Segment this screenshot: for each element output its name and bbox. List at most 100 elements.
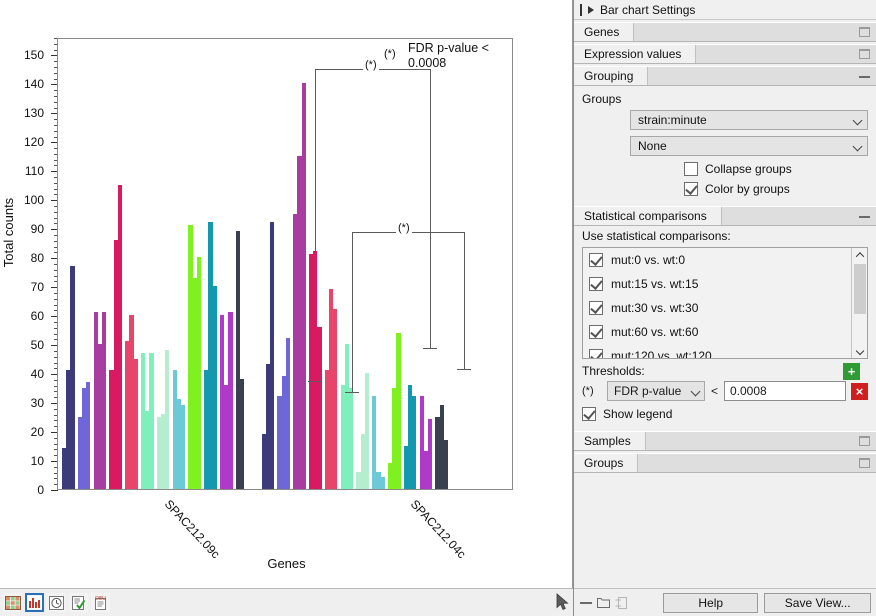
statistical-collapse-icon[interactable] bbox=[859, 216, 870, 218]
color-by-groups-row[interactable]: Color by groups bbox=[684, 182, 868, 196]
bracket-left-stem bbox=[315, 69, 316, 381]
folder-icon[interactable] bbox=[597, 597, 610, 608]
bracket-left-foot bbox=[308, 381, 322, 382]
groups-label: Groups bbox=[582, 92, 868, 106]
section-statistical-comparisons[interactable]: Statistical comparisons bbox=[574, 206, 876, 226]
comparison-label: mut:30 vs. wt:30 bbox=[611, 301, 698, 315]
bar bbox=[228, 312, 232, 489]
settings-panel: Bar chart Settings Genes Expression valu… bbox=[573, 0, 876, 616]
bar bbox=[444, 440, 448, 489]
section-groups[interactable]: Groups bbox=[574, 453, 876, 473]
history-clock-icon[interactable] bbox=[47, 593, 66, 612]
significance-star: (*) bbox=[382, 48, 398, 60]
comparison-checkbox[interactable] bbox=[589, 349, 603, 359]
genes-expand-icon[interactable] bbox=[859, 27, 870, 37]
bracket-right-stem bbox=[430, 69, 431, 348]
collapse-groups-checkbox[interactable] bbox=[684, 162, 698, 176]
y-axis-tick-label: 100 bbox=[24, 193, 44, 207]
comparison-item[interactable]: mut:120 vs. wt:120 bbox=[583, 344, 850, 359]
comparison-item[interactable]: mut:0 vs. wt:0 bbox=[583, 248, 850, 272]
y-axis-tick-label: 130 bbox=[24, 106, 44, 120]
bar bbox=[349, 388, 353, 489]
bar bbox=[286, 338, 290, 489]
bar bbox=[165, 350, 169, 489]
grouping-collapse-icon[interactable] bbox=[859, 76, 870, 78]
collapse-all-icon[interactable] bbox=[580, 598, 592, 608]
bar bbox=[381, 477, 385, 489]
x-axis-tick-label: SPAC212.04c bbox=[408, 497, 469, 561]
y-axis-tick-label: 120 bbox=[24, 135, 44, 149]
svg-text:DEU: DEU bbox=[95, 596, 106, 602]
bar-chart-view-icon[interactable] bbox=[25, 593, 44, 612]
threshold-value-input[interactable]: 0.0008 bbox=[724, 381, 846, 401]
bar bbox=[428, 419, 432, 489]
deu-report-icon[interactable]: DEU bbox=[91, 593, 110, 612]
y-axis-tick-label: 110 bbox=[25, 164, 44, 178]
group-secondary-select[interactable]: None bbox=[630, 136, 868, 156]
y-axis-tick-label: 60 bbox=[31, 309, 44, 323]
bar bbox=[134, 359, 138, 489]
comparison-checkbox[interactable] bbox=[589, 277, 603, 291]
y-axis-tick-label: 40 bbox=[31, 367, 44, 381]
bar bbox=[365, 373, 369, 489]
report-check-icon[interactable] bbox=[69, 593, 88, 612]
color-by-groups-checkbox[interactable] bbox=[684, 182, 698, 196]
comparisons-scrollbar[interactable] bbox=[851, 248, 867, 358]
threshold-row: (*) FDR p-value < 0.0008 × bbox=[582, 381, 868, 401]
comparisons-list[interactable]: mut:0 vs. wt:0 mut:15 vs. wt:15 mut:30 vs.… bbox=[582, 247, 868, 359]
comparison-checkbox[interactable] bbox=[589, 253, 603, 267]
bar bbox=[118, 185, 122, 489]
save-view-button[interactable]: Save View... bbox=[764, 593, 871, 613]
y-axis-tick-label: 0 bbox=[37, 483, 44, 497]
settings-panel-title: Bar chart Settings bbox=[600, 3, 695, 17]
table-view-icon[interactable] bbox=[3, 593, 22, 612]
threshold-star-label: (*) bbox=[582, 385, 602, 397]
legend-line-2: 0.0008 bbox=[408, 56, 446, 71]
add-threshold-button[interactable]: + bbox=[843, 363, 860, 380]
comparison-checkbox[interactable] bbox=[589, 325, 603, 339]
comparison-item[interactable]: mut:15 vs. wt:15 bbox=[583, 272, 850, 296]
align-panels-icon[interactable] bbox=[615, 597, 628, 609]
scroll-down-icon[interactable] bbox=[853, 344, 867, 358]
chevron-down-icon bbox=[854, 143, 863, 149]
bar bbox=[213, 286, 217, 489]
bracket-right-foot bbox=[423, 348, 437, 349]
bar bbox=[240, 379, 244, 489]
help-button[interactable]: Help bbox=[663, 593, 758, 613]
x-axis-tick-label: SPAC212.09c bbox=[162, 497, 223, 561]
section-expression-values[interactable]: Expression values bbox=[574, 44, 876, 64]
section-genes[interactable]: Genes bbox=[574, 22, 876, 42]
view-type-toolbar[interactable]: DEU bbox=[0, 588, 573, 616]
bar bbox=[270, 222, 274, 489]
groups-expand-icon[interactable] bbox=[859, 458, 870, 468]
plot-area: 0102030405060708090100110120130140150 To… bbox=[0, 0, 573, 588]
expand-arrow-icon[interactable] bbox=[588, 6, 594, 14]
section-samples[interactable]: Samples bbox=[574, 431, 876, 451]
thresholds-header: Thresholds: + bbox=[582, 364, 868, 378]
statistical-body: Use statistical comparisons: mut:0 vs. w… bbox=[574, 226, 876, 429]
expression-expand-icon[interactable] bbox=[859, 49, 870, 59]
threshold-metric-select[interactable]: FDR p-value bbox=[607, 381, 705, 401]
bar bbox=[70, 266, 74, 489]
comparison-item[interactable]: mut:60 vs. wt:60 bbox=[583, 320, 850, 344]
scroll-up-icon[interactable] bbox=[853, 248, 867, 262]
group-primary-select[interactable]: strain:minute bbox=[630, 110, 868, 130]
remove-threshold-button[interactable]: × bbox=[851, 383, 868, 400]
collapse-groups-row[interactable]: Collapse groups bbox=[684, 162, 868, 176]
collapse-groups-label: Collapse groups bbox=[705, 162, 792, 176]
bar bbox=[181, 405, 185, 489]
footer-icon-group bbox=[580, 597, 657, 609]
samples-expand-icon[interactable] bbox=[859, 436, 870, 446]
bracket-right-stem bbox=[464, 232, 465, 369]
section-grouping[interactable]: Grouping bbox=[574, 66, 876, 86]
comparison-label: mut:0 vs. wt:0 bbox=[611, 253, 685, 267]
y-axis-title: Total counts bbox=[1, 198, 16, 267]
comparison-label: mut:15 vs. wt:15 bbox=[611, 277, 698, 291]
threshold-metric-value: FDR p-value bbox=[614, 384, 681, 398]
scrollbar-thumb[interactable] bbox=[854, 264, 866, 314]
comparison-checkbox[interactable] bbox=[589, 301, 603, 315]
comparison-item[interactable]: mut:30 vs. wt:30 bbox=[583, 296, 850, 320]
show-legend-checkbox[interactable] bbox=[582, 407, 596, 421]
show-legend-row[interactable]: Show legend bbox=[582, 407, 868, 421]
section-groups-label: Groups bbox=[574, 454, 638, 472]
